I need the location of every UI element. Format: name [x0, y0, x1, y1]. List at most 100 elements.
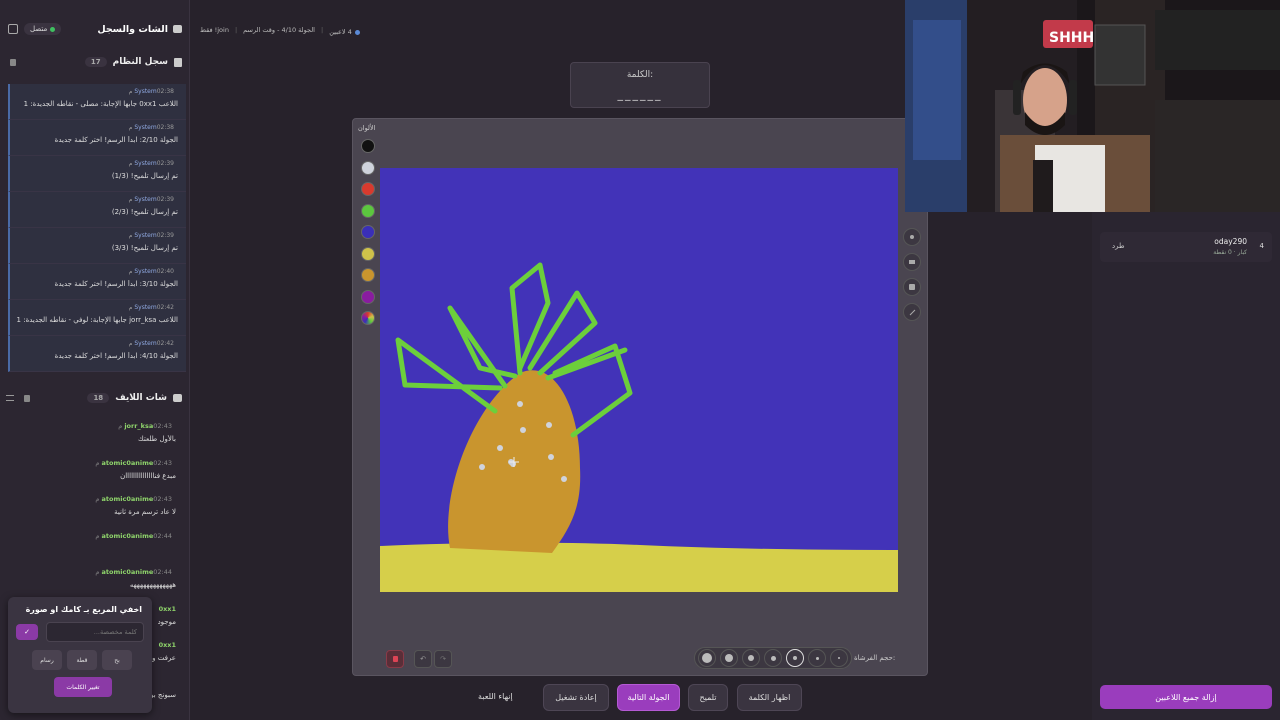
chat-username: atomic0anime — [101, 568, 154, 576]
chat-user-line: atomic0anime02:43 م — [6, 495, 176, 503]
trash-icon[interactable] — [24, 394, 30, 402]
restart-button[interactable]: إعادة تشغيل — [543, 684, 609, 711]
change-words-button[interactable]: تغيير الكلمات — [54, 677, 112, 697]
chat-message: atomic0anime02:43 م مبدع فناااااااااااااا… — [6, 459, 182, 496]
app-window: متصل الشات والسجل 17 سجل النظام System02… — [0, 0, 1280, 720]
brush-size-option[interactable] — [786, 649, 804, 667]
log-sender: System — [134, 196, 157, 203]
log-sender: System — [134, 268, 157, 275]
eraser-icon[interactable] — [903, 253, 921, 271]
brush-dot-icon — [793, 656, 797, 660]
brush-size-option[interactable] — [742, 649, 760, 667]
status-badge: متصل — [24, 23, 62, 35]
system-log-count: 17 — [84, 57, 107, 67]
system-log-title: سجل النظام — [112, 57, 168, 67]
players-count: 4 لاعبين — [329, 26, 360, 38]
clear-canvas-icon[interactable] — [386, 650, 404, 668]
side-tools — [903, 228, 921, 328]
color-swatch[interactable] — [361, 225, 375, 239]
game-status-bar: 4 لاعبين | الجولة 4/10 - وقت الرسم | joi… — [200, 26, 360, 38]
log-sender: System — [134, 232, 157, 239]
log-meta: System02:42 م — [16, 340, 178, 347]
log-text: تم إرسال تلميح! (1/3) — [111, 172, 178, 180]
brush-size-option[interactable] — [698, 649, 716, 667]
brush-dot-icon — [725, 654, 733, 662]
chat-user-line: atomic0anime02:44 م — [6, 568, 176, 576]
chat-username: 0xx1 — [158, 604, 176, 613]
log-icon — [174, 57, 182, 67]
redo-icon[interactable]: ↷ — [434, 650, 452, 668]
color-swatch[interactable] — [361, 246, 375, 261]
filter-icon[interactable] — [6, 395, 14, 401]
chat-username: 0xx1 — [158, 641, 176, 649]
end-game-button[interactable]: إنهاء اللعبة — [478, 692, 513, 701]
chat-text: بالأول طلعتك — [137, 435, 176, 443]
collapse-icon[interactable] — [8, 24, 18, 34]
chat-icon — [173, 25, 182, 33]
word-option-2[interactable]: قطة — [67, 650, 97, 670]
trash-icon[interactable] — [10, 58, 16, 66]
divider: | — [320, 26, 324, 34]
brush-dot-icon — [770, 655, 776, 661]
live-chat-title: شات اللايف — [115, 393, 167, 403]
log-text: تم إرسال تلميح! (2/3) — [111, 208, 178, 216]
chat-username: jorr_ksa — [124, 422, 154, 430]
pen-icon[interactable] — [903, 303, 921, 321]
log-meta: System02:38 م — [16, 88, 178, 95]
player-name: oday290 — [1214, 237, 1247, 246]
confirm-button[interactable]: ✓ — [16, 624, 38, 640]
chat-username: atomic0anime — [101, 458, 154, 467]
system-log-item: System02:40 م الجولة 3/10: ابدأ الرسم! اخ… — [8, 264, 186, 300]
remove-all-players-button[interactable]: إزالة جميع اللاعبين — [1100, 685, 1272, 709]
custom-word-input[interactable] — [46, 622, 144, 642]
custom-color-icon[interactable] — [361, 311, 375, 325]
color-swatch[interactable] — [361, 182, 375, 196]
brush-dot-icon — [815, 656, 819, 660]
color-swatch[interactable] — [361, 203, 375, 218]
next-round-button[interactable]: الجولة التالية — [617, 684, 680, 711]
dot-icon — [354, 29, 360, 35]
color-swatch[interactable] — [361, 139, 375, 153]
round-status: الجولة 4/10 - وقت الرسم — [243, 26, 315, 34]
kick-button[interactable]: طرد — [1112, 242, 1125, 250]
svg-text:SHHH!: SHHH! — [1049, 30, 1101, 46]
log-text: الجولة 3/10: ابدأ الرسم! اختر كلمة جديدة — [54, 280, 178, 288]
reveal-word-button[interactable]: اظهار الكلمة — [737, 684, 802, 711]
color-swatch[interactable] — [361, 268, 375, 282]
undo-icon[interactable]: ↶ — [414, 650, 432, 668]
join-info: join! فقط — [200, 26, 229, 34]
chat-username: atomic0anime — [101, 495, 154, 503]
chat-username: atomic0anime — [101, 531, 154, 540]
drawing-canvas[interactable] — [380, 168, 898, 592]
color-swatch[interactable] — [361, 160, 375, 175]
brush-size-option[interactable] — [808, 649, 826, 667]
color-swatch[interactable] — [361, 289, 375, 304]
word-option-3[interactable]: بح — [102, 650, 132, 670]
log-sender: System — [134, 304, 157, 311]
hint-button[interactable]: تلميح — [688, 684, 728, 711]
brush-small-icon[interactable] — [903, 228, 921, 246]
log-sender: System — [134, 124, 157, 131]
brush-size-option[interactable] — [764, 649, 782, 667]
word-label: الكلمة: — [626, 70, 654, 80]
log-meta: System02:40 م — [16, 268, 178, 275]
popup-title: اخفي المربع بـ كامك او صورة — [25, 605, 142, 614]
ground-fill — [380, 542, 898, 592]
brush-dot-icon — [838, 657, 840, 659]
brush-size-option[interactable] — [720, 649, 738, 667]
status-dot-icon — [50, 26, 56, 32]
word-option-1[interactable]: رسام — [32, 650, 62, 670]
divider: | — [234, 26, 238, 34]
color-palette — [356, 122, 380, 342]
brush-size-option[interactable] — [830, 649, 848, 667]
log-text: اللاعب jorr_ksa جابها الإجابة: لوفي - نق… — [16, 316, 178, 324]
word-display: الكلمة: ______ — [570, 62, 710, 108]
system-log-item: System02:39 م تم إرسال تلميح! (1/3) — [8, 156, 186, 192]
chat-message: atomic0anime02:43 م لا عاد ترسم مرة ثانية — [6, 495, 182, 532]
hide-box-popup: اخفي المربع بـ كامك او صورة ✓ رسام قطة ب… — [8, 597, 152, 713]
system-log-item: System02:38 م اللاعب 0xx1 جابها الإجابة: … — [8, 84, 186, 120]
live-chat-header: 18 شات اللايف — [0, 386, 190, 410]
fill-bucket-icon[interactable] — [903, 278, 921, 296]
system-log-list: System02:38 م اللاعب 0xx1 جابها الإجابة: … — [8, 84, 186, 372]
system-log-item: System02:38 م الجولة 2/10: ابدأ الرسم! اخ… — [8, 120, 186, 156]
